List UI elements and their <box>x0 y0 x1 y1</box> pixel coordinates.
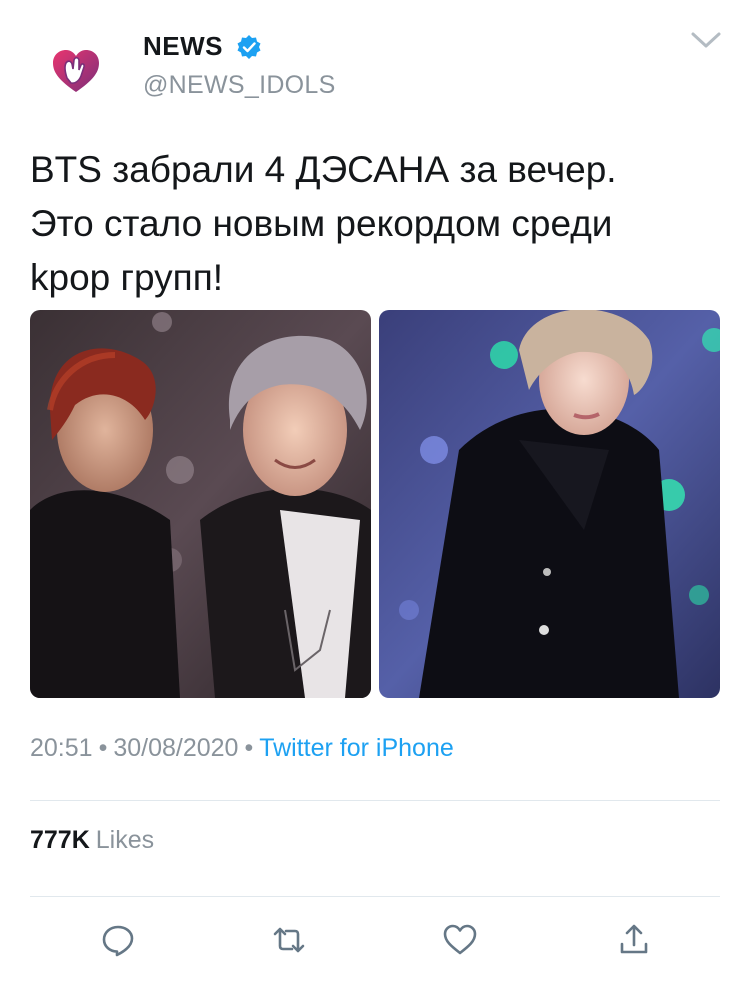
avatar[interactable] <box>50 48 102 94</box>
author-handle[interactable]: @NEWS_IDOLS <box>143 71 336 100</box>
reply-icon <box>102 925 134 957</box>
reply-button[interactable] <box>96 920 140 960</box>
tweet-text-line: kpop групп! <box>30 257 224 298</box>
tweet-date: 30/08/2020 <box>113 734 239 762</box>
verified-badge-icon <box>236 34 262 60</box>
divider <box>30 800 720 801</box>
tweet-text-line: BTS забрали 4 ДЭСАНА за вечер. <box>30 149 617 190</box>
author-display-name[interactable]: NEWS <box>143 31 223 62</box>
likes-stat[interactable]: 777K Likes <box>30 826 154 855</box>
tweet-photo-left[interactable] <box>30 310 371 698</box>
tweet-time: 20:51 <box>30 734 93 762</box>
tweet-photo-right[interactable] <box>379 310 720 698</box>
heart-hand-logo-icon <box>53 50 99 92</box>
heart-icon <box>443 924 477 955</box>
chevron-down-icon[interactable] <box>690 30 722 50</box>
retweet-button[interactable] <box>267 920 311 960</box>
likes-label: Likes <box>95 826 155 854</box>
meta-separator: • <box>244 734 254 762</box>
divider <box>30 896 720 897</box>
likes-count: 777K <box>30 826 90 854</box>
tweet-meta: 20:51 • 30/08/2020 • Twitter for iPhone <box>30 734 454 763</box>
tweet-text: BTS забрали 4 ДЭСАНА за вечер. Это стало… <box>30 143 730 305</box>
tweet-source-link[interactable]: Twitter for iPhone <box>259 734 454 762</box>
meta-separator: • <box>98 734 108 762</box>
like-button[interactable] <box>438 920 482 960</box>
share-button[interactable] <box>612 920 656 960</box>
tweet-text-line: Это стало новым рекордом среди <box>30 203 613 244</box>
retweet-icon <box>273 927 305 953</box>
share-icon <box>620 924 648 954</box>
